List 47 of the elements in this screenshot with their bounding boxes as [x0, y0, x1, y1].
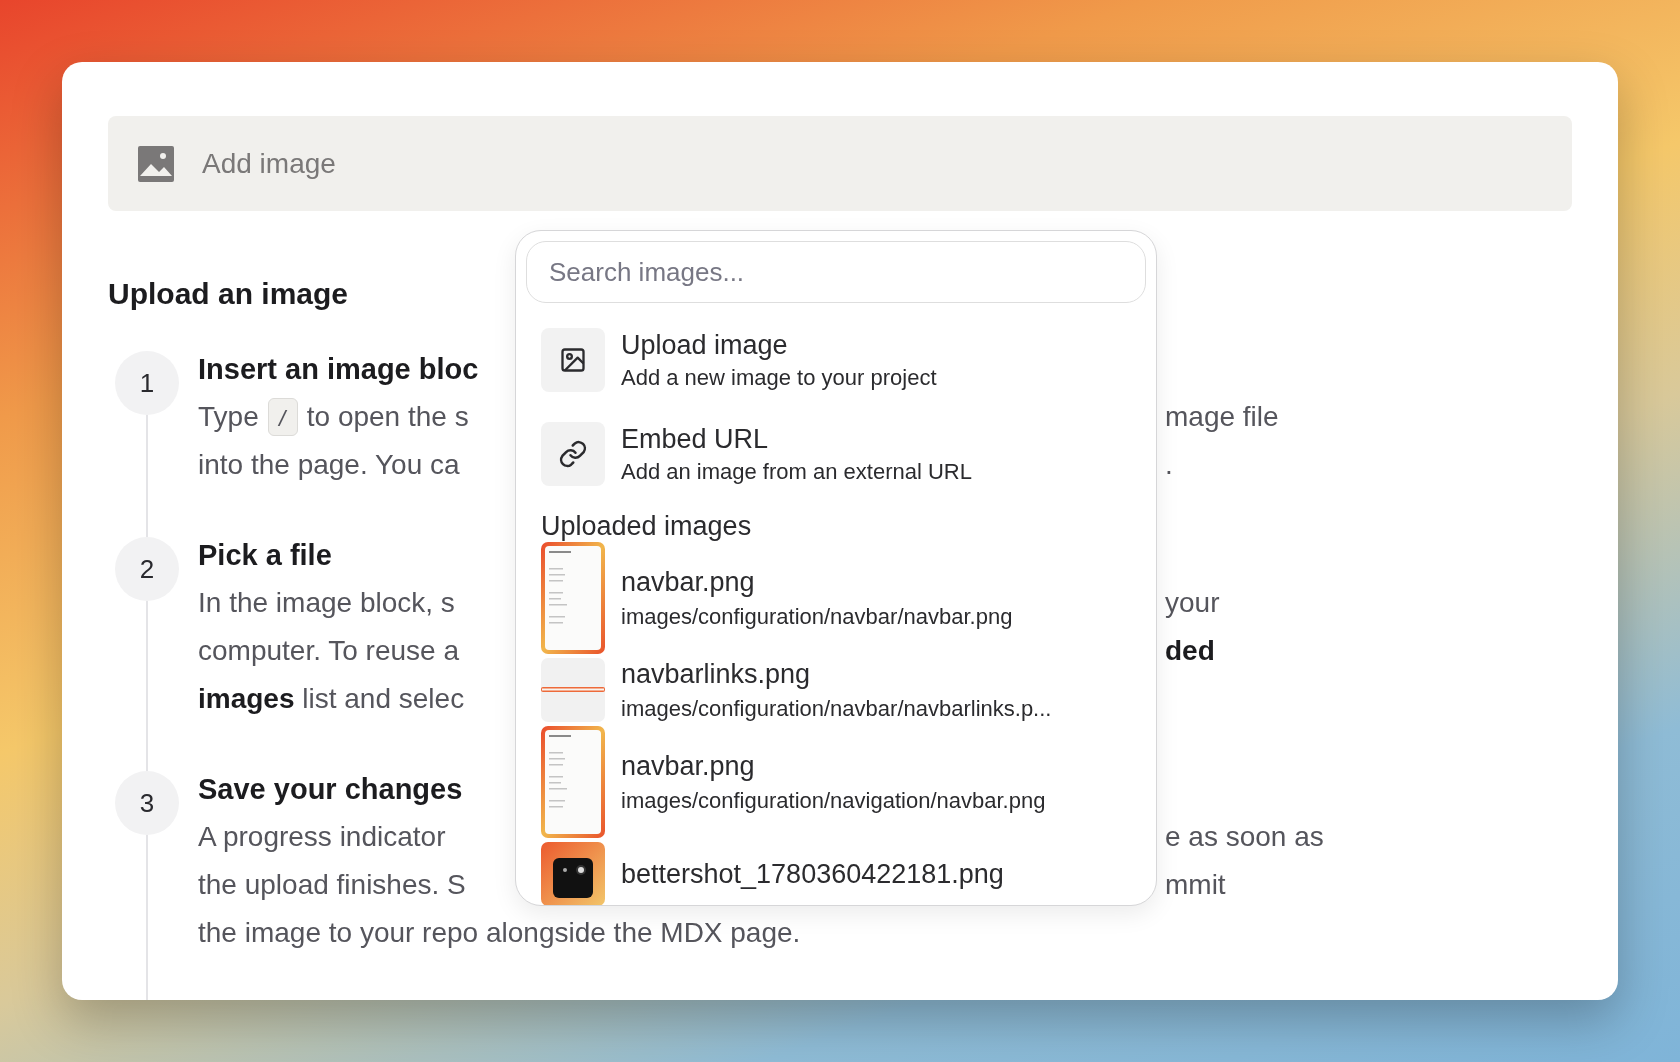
image-list-item[interactable]: navbarlinks.png images/configuration/navbar/navbarlinks.p...: [541, 658, 1131, 722]
step-text: into the page. You ca: [198, 449, 460, 481]
step-text: ded: [1165, 635, 1215, 666]
step-text: the image to your repo alongside the MDX page.: [198, 917, 801, 949]
link-icon: [558, 439, 588, 469]
image-icon: [138, 145, 174, 182]
step-title: Insert an image bloc: [198, 352, 479, 387]
menu-item-description: Add an image from an external URL: [621, 458, 972, 485]
step-number: 1: [115, 351, 179, 415]
step-text: Type: [198, 401, 259, 433]
step-text: .: [1165, 449, 1173, 480]
file-name: navbar.png: [621, 750, 756, 782]
file-path: images/configuration/navbar/navbar.png: [621, 603, 1013, 630]
step-number: 3: [115, 771, 179, 835]
image-icon: [559, 346, 587, 374]
image-list-item[interactable]: bettershot_1780360422181.png: [541, 842, 1131, 905]
image-list-item[interactable]: navbar.png images/configuration/navbar/navbar.png: [541, 542, 1131, 654]
file-name: navbar.png: [621, 566, 756, 598]
menu-item-title: Upload image: [621, 329, 789, 361]
step-title: Save your changes: [198, 772, 463, 807]
step-title: Pick a file: [198, 538, 332, 573]
file-path: images/configuration/navigation/navbar.png: [621, 787, 1046, 814]
list-heading: Uploaded images: [541, 511, 753, 542]
menu-item-title: Embed URL: [621, 423, 770, 455]
step-text: mmit: [1165, 869, 1226, 900]
section-heading: Upload an image: [108, 277, 350, 311]
add-image-block[interactable]: Add image: [108, 116, 1572, 211]
search-field[interactable]: Search images...: [526, 241, 1146, 303]
step-number: 2: [115, 537, 179, 601]
menu-item[interactable]: Upload image Add a new image to your project: [526, 315, 1146, 405]
file-path: images/configuration/navbar/navbarlinks.p...: [621, 695, 1052, 722]
step-text: In the image block, s: [198, 587, 455, 619]
step-text: images list and selec: [198, 683, 465, 715]
step-text: computer. To reuse a: [198, 635, 459, 667]
step-text: mage file: [1165, 401, 1279, 432]
step-text: your: [1165, 587, 1220, 618]
menu-item[interactable]: Embed URL Add an image from an external URL: [526, 409, 1146, 499]
step-text: A progress indicator: [198, 821, 446, 853]
file-name: navbarlinks.png: [621, 658, 812, 690]
key-badge: /: [267, 398, 298, 436]
menu-item-description: Add a new image to your project: [621, 364, 937, 391]
step-text: to open the s: [306, 401, 469, 433]
add-image-label: Add image: [202, 147, 336, 180]
image-list-item[interactable]: navbar.png images/configuration/navigation/navbar.png: [541, 726, 1131, 838]
file-name: bettershot_1780360422181.png: [621, 858, 1004, 890]
step-text: e as soon as: [1165, 821, 1324, 852]
step-text: the upload finishes. S: [198, 869, 466, 901]
